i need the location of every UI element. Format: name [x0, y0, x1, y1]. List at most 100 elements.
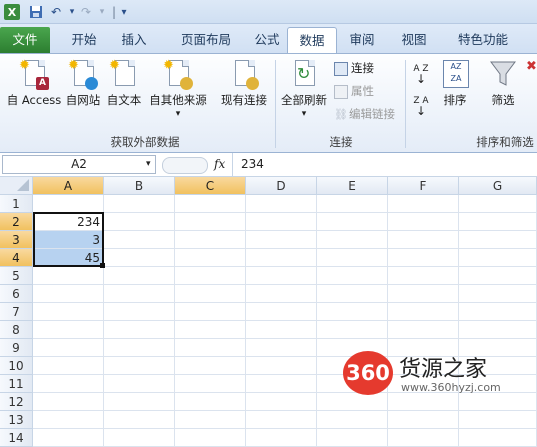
- cell-c1[interactable]: [175, 195, 246, 213]
- column-header-e[interactable]: E: [317, 177, 388, 195]
- column-header-c[interactable]: C: [175, 177, 246, 195]
- sort-button[interactable]: AZ ZA 排序: [438, 58, 472, 108]
- cell-b10[interactable]: [104, 357, 175, 375]
- cell-c7[interactable]: [175, 303, 246, 321]
- cell-d14[interactable]: [246, 429, 317, 447]
- cell-c6[interactable]: [175, 285, 246, 303]
- cell-d1[interactable]: [246, 195, 317, 213]
- cell-c13[interactable]: [175, 411, 246, 429]
- cell-b9[interactable]: [104, 339, 175, 357]
- cell-c10[interactable]: [175, 357, 246, 375]
- cell-e13[interactable]: [317, 411, 388, 429]
- cell-f8[interactable]: [388, 321, 459, 339]
- cell-b8[interactable]: [104, 321, 175, 339]
- cell-a1[interactable]: [33, 195, 104, 213]
- excel-app-icon[interactable]: X: [4, 4, 20, 20]
- cell-e14[interactable]: [317, 429, 388, 447]
- cell-b7[interactable]: [104, 303, 175, 321]
- cell-e2[interactable]: [317, 213, 388, 231]
- row-header-8[interactable]: 8: [0, 321, 33, 339]
- clear-filter-icon[interactable]: ✖: [526, 58, 537, 76]
- row-header-7[interactable]: 7: [0, 303, 33, 321]
- sort-z-to-a-button[interactable]: Z A ↓: [413, 96, 429, 117]
- from-access-button[interactable]: ✹ A 自 Access: [2, 58, 66, 108]
- cell-c12[interactable]: [175, 393, 246, 411]
- cell-f4[interactable]: [388, 249, 459, 267]
- cell-a10[interactable]: [33, 357, 104, 375]
- cell-f2[interactable]: [388, 213, 459, 231]
- cell-c9[interactable]: [175, 339, 246, 357]
- cell-d3[interactable]: [246, 231, 317, 249]
- cell-d4[interactable]: [246, 249, 317, 267]
- cell-a12[interactable]: [33, 393, 104, 411]
- cell-c5[interactable]: [175, 267, 246, 285]
- tab-formulas[interactable]: 公式: [244, 28, 290, 52]
- column-header-b[interactable]: B: [104, 177, 175, 195]
- cell-d13[interactable]: [246, 411, 317, 429]
- cell-d9[interactable]: [246, 339, 317, 357]
- cell-b13[interactable]: [104, 411, 175, 429]
- cell-b3[interactable]: [104, 231, 175, 249]
- cell-e6[interactable]: [317, 285, 388, 303]
- cell-a9[interactable]: [33, 339, 104, 357]
- cell-e1[interactable]: [317, 195, 388, 213]
- cell-f7[interactable]: [388, 303, 459, 321]
- cell-d6[interactable]: [246, 285, 317, 303]
- cell-a4[interactable]: 45: [33, 249, 104, 267]
- row-header-11[interactable]: 11: [0, 375, 33, 393]
- customize-qat-icon[interactable]: ▾: [116, 4, 132, 20]
- cell-e5[interactable]: [317, 267, 388, 285]
- tab-review[interactable]: 审阅: [340, 28, 384, 52]
- from-web-button[interactable]: ✹ 自网站: [63, 58, 103, 108]
- cell-g8[interactable]: [459, 321, 537, 339]
- refresh-dropdown-icon[interactable]: ▾: [278, 109, 330, 119]
- cell-f6[interactable]: [388, 285, 459, 303]
- sort-a-to-z-button[interactable]: A Z ↓: [413, 64, 429, 85]
- cell-d7[interactable]: [246, 303, 317, 321]
- cell-c11[interactable]: [175, 375, 246, 393]
- row-header-9[interactable]: 9: [0, 339, 33, 357]
- cell-g13[interactable]: [459, 411, 537, 429]
- cell-a8[interactable]: [33, 321, 104, 339]
- save-icon[interactable]: [28, 4, 44, 20]
- undo-icon[interactable]: ↶: [48, 4, 64, 20]
- cell-d2[interactable]: [246, 213, 317, 231]
- cell-d8[interactable]: [246, 321, 317, 339]
- row-header-10[interactable]: 10: [0, 357, 33, 375]
- cell-b5[interactable]: [104, 267, 175, 285]
- cell-e4[interactable]: [317, 249, 388, 267]
- cell-b11[interactable]: [104, 375, 175, 393]
- cell-a7[interactable]: [33, 303, 104, 321]
- cell-d10[interactable]: [246, 357, 317, 375]
- tab-page-layout[interactable]: 页面布局: [163, 28, 249, 52]
- cell-g3[interactable]: [459, 231, 537, 249]
- cell-e8[interactable]: [317, 321, 388, 339]
- column-header-g[interactable]: G: [459, 177, 537, 195]
- cell-f5[interactable]: [388, 267, 459, 285]
- cell-f1[interactable]: [388, 195, 459, 213]
- cell-c4[interactable]: [175, 249, 246, 267]
- cell-b14[interactable]: [104, 429, 175, 447]
- cell-g7[interactable]: [459, 303, 537, 321]
- tab-special-features[interactable]: 特色功能: [444, 28, 522, 52]
- cell-g5[interactable]: [459, 267, 537, 285]
- redo-icon[interactable]: ↷: [78, 4, 94, 20]
- from-other-sources-button[interactable]: ✹ 自其他来源 ▾: [146, 58, 210, 119]
- name-box-dropdown-icon[interactable]: ▾: [146, 155, 151, 174]
- existing-connections-button[interactable]: 现有连接: [217, 58, 271, 108]
- tab-file[interactable]: 文件: [0, 27, 50, 53]
- cell-g2[interactable]: [459, 213, 537, 231]
- cell-a11[interactable]: [33, 375, 104, 393]
- connections-link[interactable]: 连接: [334, 59, 374, 77]
- column-header-f[interactable]: F: [388, 177, 459, 195]
- cell-f13[interactable]: [388, 411, 459, 429]
- row-header-5[interactable]: 5: [0, 267, 33, 285]
- tab-data[interactable]: 数据: [287, 27, 337, 54]
- row-header-12[interactable]: 12: [0, 393, 33, 411]
- row-header-2[interactable]: 2: [0, 213, 33, 231]
- cell-d12[interactable]: [246, 393, 317, 411]
- cell-c8[interactable]: [175, 321, 246, 339]
- row-header-14[interactable]: 14: [0, 429, 33, 447]
- cell-g14[interactable]: [459, 429, 537, 447]
- name-box[interactable]: A2: [2, 155, 156, 174]
